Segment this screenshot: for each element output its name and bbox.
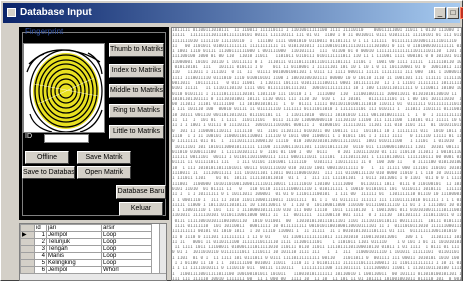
row-selector[interactable] [20,259,35,267]
cell-arsir[interactable]: Loop [101,231,152,239]
matrix-line: 111100100 1000 01 00 110 11010 11011 110… [172,54,461,60]
matrix-line: 111111111 00101 01 1010 1011 1 10 11110 … [172,229,461,235]
matrix-line: 11 1 1 1 10111111 0 1 10111011 100001 01… [172,192,461,198]
matrix-line: 01111 11 011111011 111 1 111 01101 11010… [172,160,461,166]
group-label: Fingerprint [25,27,64,36]
cell-arsir[interactable]: Loop [101,259,152,267]
thumb-to-matrix-button[interactable]: Thumb to Matriks [109,43,164,57]
index-to-matrix-button[interactable]: Index to Matriks [109,64,164,78]
matrix-line: 0 01 1 1011010110 01111111011 1110111 10… [172,250,461,256]
grid-table: id jari arsir ▶ 1 Jempol Loop 2 Telunjuk… [20,224,152,274]
matrix-output-panel[interactable]: 1011111 01100111010111 11 110011 1111101… [171,27,462,281]
cell-jari[interactable]: Kelingking [46,259,102,267]
matrix-line: 0 11111111 011 01 1 11110111111000110 11… [172,139,461,145]
window-title: Database Input [20,7,92,18]
cell-id[interactable]: 5 [34,259,47,267]
cell-arsir[interactable]: Loop [101,252,152,260]
data-grid[interactable]: id jari arsir ▶ 1 Jempol Loop 2 Telunjuk… [19,223,167,281]
database-input-window: Database Input _ □ Fingerprint Thumb to … [0,0,463,281]
column-header-arsir[interactable]: arsir [101,224,152,232]
table-row[interactable]: 2 Telunjuk Loop [20,238,152,246]
save-to-database-button[interactable]: Save to Database [22,166,75,179]
offline-button[interactable]: Offline [25,151,69,164]
cell-arsir[interactable]: Loop [101,245,152,253]
column-header-jari[interactable]: jari [46,224,102,232]
id-label: ID [25,133,32,140]
table-row[interactable]: 3 Tengah Loop [20,245,152,253]
cell-jari[interactable]: Telunjuk [46,238,102,246]
title-bar[interactable]: Database Input _ □ [3,3,463,23]
cell-id[interactable]: 3 [34,245,47,253]
matrix-line: 1101011 1111110101 01101110011000 0011 1… [172,213,461,219]
cell-id[interactable]: 4 [34,252,47,260]
ring-to-matrix-button[interactable]: Ring to Matriks [109,104,164,118]
table-row[interactable]: ▶ 1 Jempol Loop [20,231,152,239]
matrix-line: 1 111011 1101 01 01 10111 1111101011010 … [172,176,461,182]
row-selector[interactable] [20,238,35,246]
matrix-line: 111 111 111110 10010 1111111 00 11 1 000… [172,276,461,281]
keluar-button[interactable]: Keluar [119,202,163,216]
matrix-line: 1 111 101110 100 00010 01111 11 01111111… [172,107,461,113]
grid-horizontal-scrollbar[interactable] [20,273,166,280]
matrix-line: 1 1 11 11111010111 0 1110110 011 00111 1… [172,266,461,272]
cell-id[interactable]: 2 [34,238,47,246]
app-icon [7,8,16,17]
save-matrix-button[interactable]: Save Matrik [77,151,131,164]
middle-to-matrix-button[interactable]: Middle to Matriks [109,84,164,98]
matrix-line: 0101 11111 11 11101110110 1111 001 01111… [172,86,461,92]
fingerprint-drawing [26,49,103,132]
row-selector-header [20,224,35,232]
cell-jari[interactable]: Manis [46,252,102,260]
maximize-button[interactable]: □ [447,7,459,19]
cell-id[interactable]: 1 [34,231,47,239]
database-baru-button[interactable]: Database Baru [116,185,166,199]
cell-jari[interactable]: Tengah [46,245,102,253]
minimize-button[interactable]: _ [434,7,446,19]
table-row[interactable]: 4 Manis Loop [20,252,152,260]
row-selector[interactable] [20,245,35,253]
row-selector[interactable] [20,252,35,260]
row-selector-current[interactable]: ▶ [20,231,35,239]
open-matrix-button[interactable]: Open Matrik [77,166,131,179]
matrix-line: 11 1 1 1001 1 01111 0 11110111 100101111… [172,123,461,129]
matrix-line: 11111 111111111011101111110101 00111 111… [172,33,461,39]
little-to-matrix-button[interactable]: Little to Matriks [109,125,164,139]
fingerprint-image [23,43,105,133]
grid-header-row: id jari arsir [20,224,152,232]
table-row[interactable]: 5 Kelingking Loop [20,259,152,267]
column-header-id[interactable]: id [34,224,47,232]
id-input[interactable] [44,134,89,143]
matrix-line: 110 111011 1 111101 0 11 11 01111 001000… [172,70,461,76]
cell-arsir[interactable]: Loop [101,238,152,246]
cell-jari[interactable]: Jempol [46,231,102,239]
fingerprint-panel: Fingerprint Thumb to Matriks Index to Ma… [19,27,169,220]
